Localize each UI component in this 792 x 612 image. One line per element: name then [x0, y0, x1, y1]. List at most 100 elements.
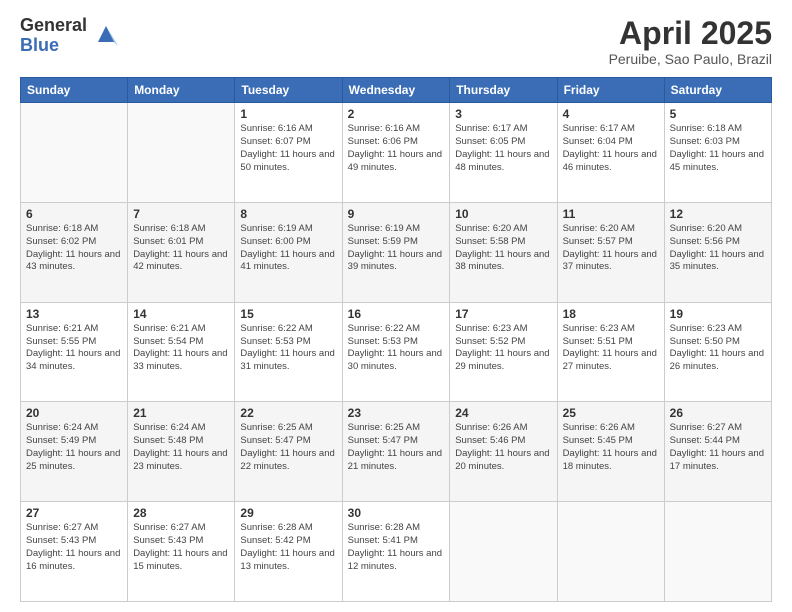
day-number: 8: [240, 207, 336, 221]
day-info: Sunrise: 6:24 AM Sunset: 5:48 PM Dayligh…: [133, 422, 229, 473]
table-row: 27 Sunrise: 6:27 AM Sunset: 5:43 PM Dayli…: [21, 502, 128, 602]
table-row: 16Sunrise: 6:22 AM Sunset: 5:53 PM Dayli…: [342, 302, 450, 402]
day-number: 21: [133, 406, 229, 420]
day-number: 2: [348, 107, 445, 121]
calendar-week-row: 6 Sunrise: 6:18 AM Sunset: 6:02 PM Daylig…: [21, 202, 772, 302]
page: General Blue April 2025 Peruibe, Sao Pau…: [0, 0, 792, 612]
table-row: 28 Sunrise: 6:27 AM Sunset: 5:43 PM Dayli…: [128, 502, 235, 602]
table-row: 21 Sunrise: 6:24 AM Sunset: 5:48 PM Dayli…: [128, 402, 235, 502]
table-row: 2 Sunrise: 6:16 AM Sunset: 6:06 PM Daylig…: [342, 103, 450, 203]
day-number: 24: [455, 406, 551, 420]
day-info: Sunrise: 6:21 AM Sunset: 5:55 PM Dayligh…: [26, 323, 122, 374]
table-row: [664, 502, 771, 602]
day-number: 23: [348, 406, 445, 420]
logo-general: General: [20, 16, 87, 36]
day-number: 4: [563, 107, 659, 121]
day-info: Sunrise: 6:23 AM Sunset: 5:51 PM Dayligh…: [563, 323, 659, 374]
day-info: Sunrise: 6:28 AM Sunset: 5:41 PM Dayligh…: [348, 522, 445, 573]
table-row: 29Sunrise: 6:28 AM Sunset: 5:42 PM Dayli…: [235, 502, 342, 602]
calendar-week-row: 20Sunrise: 6:24 AM Sunset: 5:49 PM Dayli…: [21, 402, 772, 502]
day-number: 19: [670, 307, 766, 321]
day-number: 6: [26, 207, 122, 221]
month-year-title: April 2025: [609, 16, 772, 51]
table-row: 3Sunrise: 6:17 AM Sunset: 6:05 PM Daylig…: [450, 103, 557, 203]
day-info: Sunrise: 6:17 AM Sunset: 6:04 PM Dayligh…: [563, 123, 659, 174]
table-row: 17Sunrise: 6:23 AM Sunset: 5:52 PM Dayli…: [450, 302, 557, 402]
table-row: 1 Sunrise: 6:16 AM Sunset: 6:07 PM Daylig…: [235, 103, 342, 203]
table-row: 7 Sunrise: 6:18 AM Sunset: 6:01 PM Daylig…: [128, 202, 235, 302]
table-row: 4 Sunrise: 6:17 AM Sunset: 6:04 PM Daylig…: [557, 103, 664, 203]
day-number: 7: [133, 207, 229, 221]
day-info: Sunrise: 6:18 AM Sunset: 6:03 PM Dayligh…: [670, 123, 766, 174]
table-row: 18 Sunrise: 6:23 AM Sunset: 5:51 PM Dayli…: [557, 302, 664, 402]
day-info: Sunrise: 6:20 AM Sunset: 5:56 PM Dayligh…: [670, 223, 766, 274]
logo: General Blue: [20, 16, 122, 56]
day-number: 25: [563, 406, 659, 420]
col-saturday: Saturday: [664, 78, 771, 103]
day-info: Sunrise: 6:20 AM Sunset: 5:58 PM Dayligh…: [455, 223, 551, 274]
day-info: Sunrise: 6:25 AM Sunset: 5:47 PM Dayligh…: [240, 422, 336, 473]
day-info: Sunrise: 6:19 AM Sunset: 5:59 PM Dayligh…: [348, 223, 445, 274]
table-row: 15 Sunrise: 6:22 AM Sunset: 5:53 PM Dayli…: [235, 302, 342, 402]
day-info: Sunrise: 6:21 AM Sunset: 5:54 PM Dayligh…: [133, 323, 229, 374]
day-info: Sunrise: 6:23 AM Sunset: 5:52 PM Dayligh…: [455, 323, 551, 374]
day-info: Sunrise: 6:23 AM Sunset: 5:50 PM Dayligh…: [670, 323, 766, 374]
day-info: Sunrise: 6:27 AM Sunset: 5:44 PM Dayligh…: [670, 422, 766, 473]
table-row: 26 Sunrise: 6:27 AM Sunset: 5:44 PM Dayli…: [664, 402, 771, 502]
col-wednesday: Wednesday: [342, 78, 450, 103]
table-row: 13 Sunrise: 6:21 AM Sunset: 5:55 PM Dayli…: [21, 302, 128, 402]
day-info: Sunrise: 6:28 AM Sunset: 5:42 PM Dayligh…: [240, 522, 336, 573]
day-info: Sunrise: 6:27 AM Sunset: 5:43 PM Dayligh…: [133, 522, 229, 573]
table-row: 11 Sunrise: 6:20 AM Sunset: 5:57 PM Dayli…: [557, 202, 664, 302]
table-row: 9 Sunrise: 6:19 AM Sunset: 5:59 PM Daylig…: [342, 202, 450, 302]
day-info: Sunrise: 6:22 AM Sunset: 5:53 PM Dayligh…: [240, 323, 336, 374]
day-info: Sunrise: 6:20 AM Sunset: 5:57 PM Dayligh…: [563, 223, 659, 274]
calendar-header-row: Sunday Monday Tuesday Wednesday Thursday…: [21, 78, 772, 103]
logo-blue: Blue: [20, 36, 87, 56]
table-row: [557, 502, 664, 602]
table-row: 6 Sunrise: 6:18 AM Sunset: 6:02 PM Daylig…: [21, 202, 128, 302]
calendar-week-row: 1 Sunrise: 6:16 AM Sunset: 6:07 PM Daylig…: [21, 103, 772, 203]
table-row: [128, 103, 235, 203]
table-row: 20Sunrise: 6:24 AM Sunset: 5:49 PM Dayli…: [21, 402, 128, 502]
header: General Blue April 2025 Peruibe, Sao Pau…: [20, 16, 772, 67]
table-row: 25 Sunrise: 6:26 AM Sunset: 5:45 PM Dayli…: [557, 402, 664, 502]
table-row: 19 Sunrise: 6:23 AM Sunset: 5:50 PM Dayli…: [664, 302, 771, 402]
logo-icon: [90, 18, 122, 50]
col-thursday: Thursday: [450, 78, 557, 103]
day-info: Sunrise: 6:26 AM Sunset: 5:46 PM Dayligh…: [455, 422, 551, 473]
day-info: Sunrise: 6:22 AM Sunset: 5:53 PM Dayligh…: [348, 323, 445, 374]
day-info: Sunrise: 6:17 AM Sunset: 6:05 PM Dayligh…: [455, 123, 551, 174]
table-row: 12Sunrise: 6:20 AM Sunset: 5:56 PM Dayli…: [664, 202, 771, 302]
day-number: 20: [26, 406, 122, 420]
day-number: 18: [563, 307, 659, 321]
calendar-week-row: 13 Sunrise: 6:21 AM Sunset: 5:55 PM Dayli…: [21, 302, 772, 402]
table-row: [21, 103, 128, 203]
day-info: Sunrise: 6:26 AM Sunset: 5:45 PM Dayligh…: [563, 422, 659, 473]
day-number: 22: [240, 406, 336, 420]
day-number: 26: [670, 406, 766, 420]
day-number: 11: [563, 207, 659, 221]
table-row: 5 Sunrise: 6:18 AM Sunset: 6:03 PM Daylig…: [664, 103, 771, 203]
day-info: Sunrise: 6:16 AM Sunset: 6:07 PM Dayligh…: [240, 123, 336, 174]
col-tuesday: Tuesday: [235, 78, 342, 103]
calendar-week-row: 27 Sunrise: 6:27 AM Sunset: 5:43 PM Dayli…: [21, 502, 772, 602]
day-number: 9: [348, 207, 445, 221]
table-row: 30 Sunrise: 6:28 AM Sunset: 5:41 PM Dayli…: [342, 502, 450, 602]
table-row: 22 Sunrise: 6:25 AM Sunset: 5:47 PM Dayli…: [235, 402, 342, 502]
location-subtitle: Peruibe, Sao Paulo, Brazil: [609, 51, 772, 67]
day-info: Sunrise: 6:18 AM Sunset: 6:01 PM Dayligh…: [133, 223, 229, 274]
day-number: 27: [26, 506, 122, 520]
day-info: Sunrise: 6:27 AM Sunset: 5:43 PM Dayligh…: [26, 522, 122, 573]
day-info: Sunrise: 6:18 AM Sunset: 6:02 PM Dayligh…: [26, 223, 122, 274]
day-number: 5: [670, 107, 766, 121]
day-number: 1: [240, 107, 336, 121]
day-number: 15: [240, 307, 336, 321]
day-number: 30: [348, 506, 445, 520]
day-info: Sunrise: 6:19 AM Sunset: 6:00 PM Dayligh…: [240, 223, 336, 274]
day-number: 28: [133, 506, 229, 520]
title-block: April 2025 Peruibe, Sao Paulo, Brazil: [609, 16, 772, 67]
day-info: Sunrise: 6:16 AM Sunset: 6:06 PM Dayligh…: [348, 123, 445, 174]
day-number: 13: [26, 307, 122, 321]
calendar-table: Sunday Monday Tuesday Wednesday Thursday…: [20, 77, 772, 602]
